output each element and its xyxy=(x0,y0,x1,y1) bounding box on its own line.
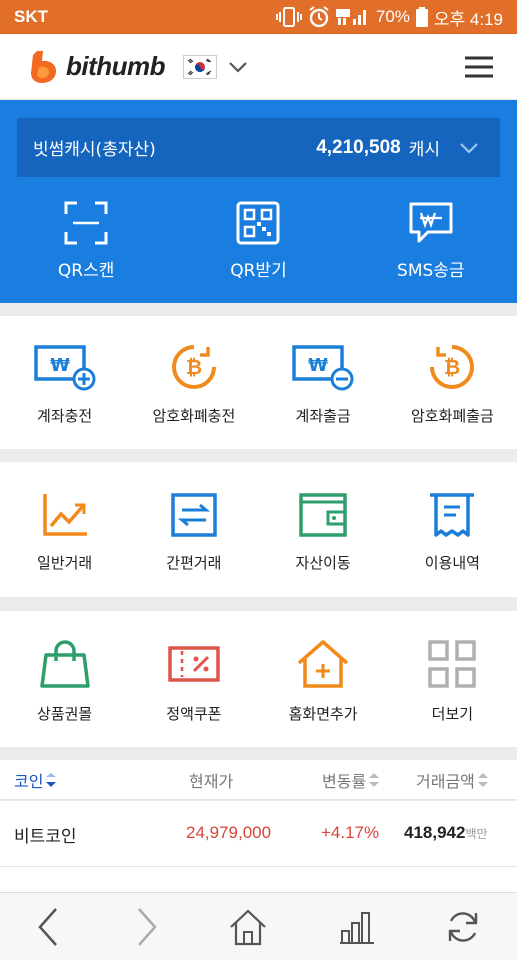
bar-chart-icon[interactable] xyxy=(336,907,376,947)
sort-volume-header[interactable]: 거래금액 xyxy=(416,768,489,792)
wallet-summary: 빗썸캐시(총자산) 4,210,508 캐시 QR스캔 QR받기 SMS송금 xyxy=(0,100,517,303)
deposit-withdraw-menu: ₩ 계좌충전 ₿ 암호화폐충전 ₩ 계좌출금 ₿ 암호화폐출금 xyxy=(0,316,517,449)
usage-history-label: 이용내역 xyxy=(424,554,480,572)
account-withdraw-label: 계좌출금 xyxy=(295,407,351,425)
won-withdraw-icon: ₩ xyxy=(292,345,354,391)
add-home-screen-label: 홈화면추가 xyxy=(288,705,358,723)
menu-usage-history[interactable]: 이용내역 xyxy=(388,492,517,597)
app-header: bithumb xyxy=(0,34,517,100)
chart-line-icon xyxy=(42,494,87,536)
browser-nav-bar xyxy=(0,892,517,960)
price-header: 현재가 xyxy=(189,771,234,791)
sort-coin-header[interactable]: 코인 xyxy=(14,768,57,792)
refresh-icon[interactable] xyxy=(443,907,483,947)
grid-more-icon xyxy=(428,640,477,688)
svg-text:₩: ₩ xyxy=(50,355,70,376)
coin-change: +4.17% xyxy=(321,823,380,842)
qr-scan-label: QR스캔 xyxy=(57,261,115,281)
exchange-icon xyxy=(171,493,217,537)
coin-name: 비트코인 xyxy=(14,827,77,847)
menu-account-withdraw[interactable]: ₩ 계좌출금 xyxy=(259,343,388,449)
qr-scan-button[interactable]: QR스캔 xyxy=(11,200,161,281)
extra-menu: 상품권몰 정액쿠폰 홈화면추가 더보기 xyxy=(0,611,517,747)
volume-header-label: 거래금액 xyxy=(416,771,475,791)
coin-table-header: 코인 현재가 변동률 거래금액 xyxy=(0,760,517,800)
svg-text:₿: ₿ xyxy=(186,355,202,379)
home-icon[interactable] xyxy=(228,907,268,947)
cash-unit: 캐시 xyxy=(408,140,440,160)
coin-price: 24,979,000 xyxy=(186,823,272,842)
chevron-down-icon[interactable] xyxy=(227,60,249,74)
change-header-label: 변동률 xyxy=(322,771,367,791)
receipt-icon xyxy=(430,493,475,537)
won-deposit-icon: ₩ xyxy=(33,345,96,391)
menu-general-trade[interactable]: 일반거래 xyxy=(0,492,129,597)
signal-icon xyxy=(335,9,366,25)
sort-down-icon xyxy=(46,772,57,787)
gift-mall-label: 상품권몰 xyxy=(37,705,93,723)
more-label: 더보기 xyxy=(431,705,474,723)
battery-percent: 70% xyxy=(375,7,410,26)
sort-change-header[interactable]: 변동률 xyxy=(322,768,380,792)
logo-text: bithumb xyxy=(66,51,166,81)
menu-gift-mall[interactable]: 상품권몰 xyxy=(0,639,129,747)
carrier-label: SKT xyxy=(14,7,48,26)
qr-scan-icon xyxy=(64,201,108,245)
alarm-icon xyxy=(309,6,329,28)
svg-text:₿: ₿ xyxy=(444,355,460,379)
qr-receive-label: QR받기 xyxy=(230,261,287,281)
crypto-deposit-icon: ₿ xyxy=(171,345,216,389)
crypto-withdraw-icon: ₿ xyxy=(430,345,475,389)
crypto-deposit-label: 암호화폐충전 xyxy=(152,407,236,425)
coupon-icon xyxy=(168,646,220,682)
menu-asset-transfer[interactable]: 자산이동 xyxy=(259,492,388,597)
trade-menu: 일반거래 간편거래 자산이동 이용내역 xyxy=(0,462,517,597)
asset-transfer-label: 자산이동 xyxy=(295,554,351,572)
coin-volume-value: 418,942 xyxy=(404,823,466,842)
simple-trade-label: 간편거래 xyxy=(166,554,222,572)
cash-amount: 4,210,508 xyxy=(316,136,401,158)
fixed-coupon-label: 정액쿠폰 xyxy=(166,705,222,723)
hamburger-icon[interactable] xyxy=(463,55,495,79)
bithumb-logo-icon xyxy=(31,50,56,83)
sms-send-button[interactable]: SMS송금 xyxy=(356,200,506,281)
menu-fixed-coupon[interactable]: 정액쿠폰 xyxy=(129,639,258,747)
sort-icon xyxy=(477,772,488,787)
table-row[interactable]: 비트코인 24,979,000 +4.17% 418,942백만 xyxy=(0,801,517,867)
battery-icon xyxy=(415,7,428,27)
menu-more[interactable]: 더보기 xyxy=(388,639,517,747)
table-row[interactable] xyxy=(0,867,517,892)
korea-flag-icon[interactable] xyxy=(183,54,218,79)
quick-actions: QR스캔 QR받기 SMS송금 xyxy=(0,200,517,281)
coin-volume-unit: 백만 xyxy=(465,827,488,841)
svg-text:₩: ₩ xyxy=(308,355,328,376)
forward-arrow-icon[interactable] xyxy=(131,905,161,949)
sms-send-label: SMS송금 xyxy=(397,261,465,281)
vibrate-icon xyxy=(275,7,302,27)
back-arrow-icon[interactable] xyxy=(34,905,64,949)
general-trade-label: 일반거래 xyxy=(37,554,93,572)
shopping-bag-icon xyxy=(39,640,90,688)
sms-won-icon xyxy=(409,202,453,243)
account-deposit-label: 계좌충전 xyxy=(37,407,93,425)
chevron-down-icon[interactable] xyxy=(458,141,480,155)
cash-balance-bar[interactable]: 빗썸캐시(총자산) 4,210,508 캐시 xyxy=(17,118,500,177)
clock: 오후 4:19 xyxy=(433,9,503,29)
qr-receive-button[interactable]: QR받기 xyxy=(183,200,333,281)
menu-account-deposit[interactable]: ₩ 계좌충전 xyxy=(0,343,129,449)
sort-icon xyxy=(369,772,380,787)
home-add-icon xyxy=(297,640,349,688)
wallet-icon xyxy=(299,493,347,537)
crypto-withdraw-label: 암호화폐출금 xyxy=(410,407,494,425)
qr-code-icon xyxy=(236,201,280,245)
menu-crypto-deposit[interactable]: ₿ 암호화폐충전 xyxy=(129,343,258,449)
status-bar: SKT 70% 오후 4:19 xyxy=(0,0,517,34)
bithumb-logo[interactable]: bithumb xyxy=(28,49,166,85)
menu-add-home-screen[interactable]: 홈화면추가 xyxy=(259,639,388,747)
menu-crypto-withdraw[interactable]: ₿ 암호화폐출금 xyxy=(388,343,517,449)
cash-label: 빗썸캐시(총자산) xyxy=(33,140,156,160)
menu-simple-trade[interactable]: 간편거래 xyxy=(129,492,258,597)
coin-header-label: 코인 xyxy=(14,771,44,791)
coin-volume: 418,942백만 xyxy=(404,823,488,843)
